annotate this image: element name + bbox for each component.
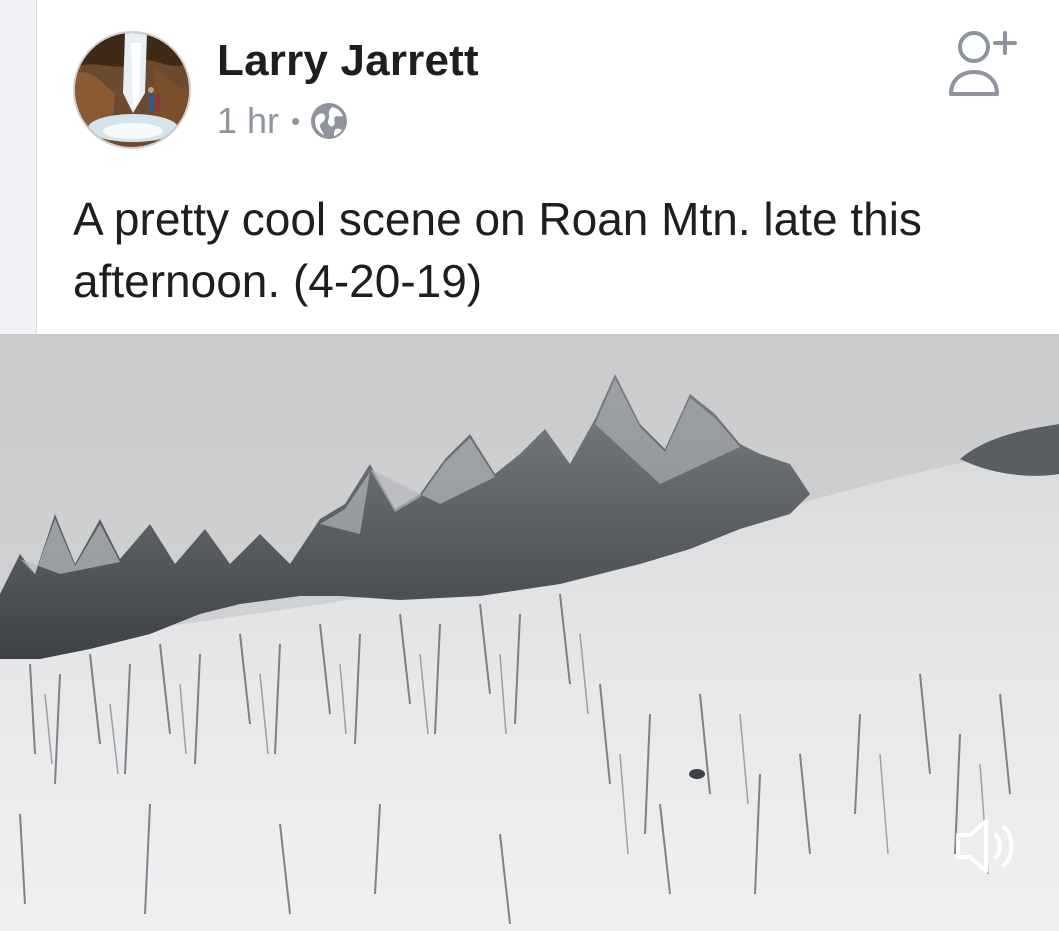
speaker-icon[interactable] (952, 813, 1022, 879)
post-text: A pretty cool scene on Roan Mtn. late th… (73, 193, 922, 307)
add-friend-icon[interactable] (947, 24, 1019, 100)
post-meta: 1 hr • (217, 99, 348, 143)
post-card: Larry Jarrett 1 hr • A pretty cool scene… (36, 0, 1059, 334)
globe-icon (310, 102, 348, 140)
avatar-image (75, 33, 189, 147)
video-player[interactable] (0, 334, 1059, 931)
author-name[interactable]: Larry Jarrett (217, 36, 479, 86)
post-time[interactable]: 1 hr (217, 100, 279, 142)
meta-separator: • (291, 105, 301, 136)
author-avatar[interactable] (73, 31, 191, 149)
video-frame (0, 334, 1059, 931)
